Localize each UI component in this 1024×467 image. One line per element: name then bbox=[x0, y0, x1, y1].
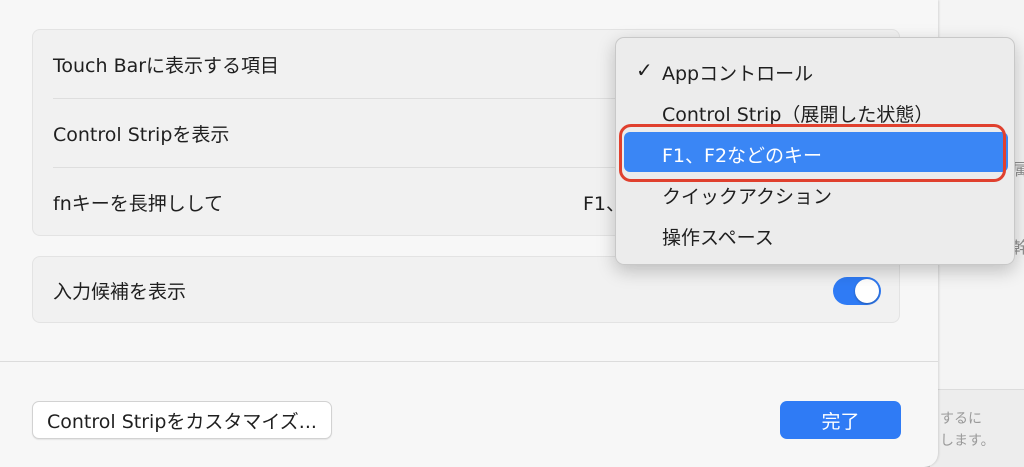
menu-item-label: Appコントロール bbox=[662, 63, 814, 85]
show-control-strip-label: Control Stripを表示 bbox=[53, 123, 230, 146]
show-suggestions-toggle[interactable] bbox=[833, 277, 881, 305]
menu-item-control-strip-expanded[interactable]: Control Strip（展開した状態） bbox=[624, 91, 1008, 131]
touchbar-items-popup-menu: ✓ Appコントロール Control Strip（展開した状態） F1、F2な… bbox=[615, 37, 1015, 265]
menu-item-spaces[interactable]: 操作スペース bbox=[624, 214, 1008, 254]
touchbar-items-label: Touch Barに表示する項目 bbox=[53, 54, 280, 77]
menu-item-quick-actions[interactable]: クイックアクション bbox=[624, 173, 1008, 213]
menu-item-app-controls[interactable]: ✓ Appコントロール bbox=[624, 50, 1008, 90]
menu-item-label: Control Strip（展開した状態） bbox=[662, 104, 934, 126]
suggestions-group: 入力候補を表示 bbox=[32, 256, 900, 323]
menu-item-label: 操作スペース bbox=[662, 227, 774, 249]
fn-key-hold-label: fnキーを長押しして bbox=[53, 192, 224, 215]
show-suggestions-row: 入力候補を表示 bbox=[33, 257, 899, 323]
done-button[interactable]: 完了 bbox=[780, 401, 901, 439]
footer-divider bbox=[0, 361, 938, 362]
menu-item-label: F1、F2などのキー bbox=[662, 145, 823, 167]
menu-item-label: クイックアクション bbox=[662, 186, 833, 208]
background-text-line: するに bbox=[940, 411, 982, 427]
show-suggestions-label: 入力候補を表示 bbox=[53, 280, 187, 303]
customize-control-strip-button[interactable]: Control Stripをカスタマイズ... bbox=[32, 401, 332, 439]
background-text-line: します。 bbox=[940, 433, 995, 449]
menu-item-f-keys[interactable]: F1、F2などのキー bbox=[624, 132, 1008, 172]
toggle-knob bbox=[855, 279, 879, 303]
checkmark-icon: ✓ bbox=[636, 58, 653, 82]
